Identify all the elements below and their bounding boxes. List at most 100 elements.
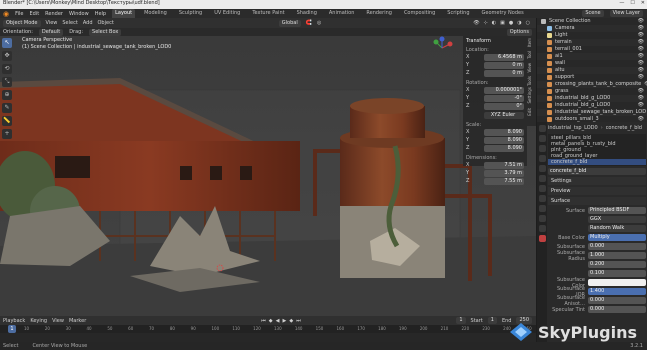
modifier-tab-icon[interactable] xyxy=(538,195,546,202)
shading-solid-icon[interactable]: ● xyxy=(509,20,513,26)
jump-end-icon[interactable]: ⏭ xyxy=(296,318,301,324)
property-value-field[interactable] xyxy=(588,279,646,286)
outliner-item[interactable]: industrial_bld_g_LOD0 👁 xyxy=(537,102,647,109)
tab-compositing[interactable]: Compositing xyxy=(401,9,438,18)
tab-geometry-nodes[interactable]: Geometry Nodes xyxy=(479,9,527,18)
sidebar-tab-tool[interactable]: Tool xyxy=(527,49,532,61)
visibility-toggle-icon[interactable]: 👁 xyxy=(638,32,644,39)
rotation-x-field[interactable]: 0.000001° xyxy=(484,87,524,94)
minimize-icon[interactable]: — xyxy=(619,0,624,9)
proportional-icon[interactable]: ◎ xyxy=(317,20,321,26)
visibility-toggle-icon[interactable]: 👁 xyxy=(638,102,644,109)
visibility-toggle-icon[interactable]: 👁 xyxy=(638,88,644,95)
visibility-toggle-icon[interactable]: 👁 xyxy=(638,95,644,102)
transform-section[interactable]: Transform xyxy=(466,38,524,44)
select-tool-icon[interactable]: ↖ xyxy=(2,38,12,48)
start-frame-field[interactable]: 1 xyxy=(487,317,497,324)
timeline-ruler[interactable]: 10 20 30 40 50 60 70 80 90 100 110 120 130 140 150 160 1… xyxy=(0,325,536,333)
tab-scripting[interactable]: Scripting xyxy=(444,9,472,18)
menu-help[interactable]: Help xyxy=(95,11,106,17)
shading-material-icon[interactable]: ◑ xyxy=(517,20,521,26)
surface-shader-field[interactable]: Principled BSDF xyxy=(588,207,646,214)
specular-tint-field[interactable]: 0.000 xyxy=(588,306,646,313)
scale-y-field[interactable]: 8.090 xyxy=(484,137,524,144)
outliner-item[interactable]: industrial_bld_g_LOD0 👁 xyxy=(537,95,647,102)
menu-playback[interactable]: Playback xyxy=(3,318,25,324)
menu-marker[interactable]: Marker xyxy=(69,318,86,324)
playhead[interactable]: 1 xyxy=(8,325,16,333)
scale-tool-icon[interactable]: ⤡ xyxy=(2,77,12,87)
snap-icon[interactable]: 🧲 xyxy=(306,20,312,26)
material-name-field[interactable]: concrete_f_bld xyxy=(548,168,646,175)
menu-select[interactable]: Select xyxy=(62,20,77,26)
annotate-tool-icon[interactable]: ✎ xyxy=(2,103,12,113)
outliner-item[interactable]: grass 👁 xyxy=(537,88,647,95)
outliner-item[interactable]: wall 👁 xyxy=(537,60,647,67)
view-layer-tab-icon[interactable] xyxy=(538,155,546,162)
visibility-icon[interactable]: 👁 xyxy=(473,20,479,26)
scene-tab-icon[interactable] xyxy=(538,165,546,172)
menu-window[interactable]: Window xyxy=(69,11,89,17)
constraints-tab-icon[interactable] xyxy=(538,215,546,222)
property-value-field[interactable]: 1.400 xyxy=(588,288,646,295)
rotation-z-field[interactable]: 0° xyxy=(484,103,524,110)
property-value-field[interactable]: 0.000 xyxy=(588,297,646,304)
visibility-toggle-icon[interactable]: 👁 xyxy=(638,39,644,46)
location-x-field[interactable]: 6.4568 m xyxy=(484,54,524,61)
material-slot[interactable]: concrete_f_bld xyxy=(548,159,646,165)
dimension-y-field[interactable]: 3.79 m xyxy=(484,170,524,177)
outliner-item[interactable]: Camera 👁 xyxy=(537,25,647,32)
prev-key-icon[interactable]: ◆ xyxy=(269,318,273,324)
sidebar-tab-view[interactable]: View xyxy=(527,61,532,75)
outliner-item[interactable]: Scene Collection 👁 xyxy=(537,18,647,25)
transform-tool-icon[interactable]: ⊕ xyxy=(2,90,12,100)
outliner-item[interactable]: industrial_sewage_tank_broken_LOD👁 xyxy=(537,109,647,116)
transform-orientation-dropdown[interactable]: Global xyxy=(278,19,301,27)
drag-dropdown[interactable]: Select Box xyxy=(89,28,122,36)
visibility-toggle-icon[interactable]: 👁 xyxy=(638,25,644,32)
visibility-toggle-icon[interactable]: 👁 xyxy=(638,67,644,74)
scale-z-field[interactable]: 8.090 xyxy=(484,145,524,152)
move-tool-icon[interactable]: ✥ xyxy=(2,51,12,61)
tool-tab-icon[interactable] xyxy=(538,125,546,132)
overlays-icon[interactable]: ◐ xyxy=(492,20,496,26)
outliner-item[interactable]: ai1 👁 xyxy=(537,53,647,60)
blender-logo-icon[interactable]: ◉ xyxy=(3,10,9,18)
scale-x-field[interactable]: 8.090 xyxy=(484,129,524,136)
sidebar-tab-item[interactable]: Item xyxy=(527,36,532,49)
section-preview[interactable]: Preview xyxy=(548,187,646,195)
menu-add[interactable]: Add xyxy=(83,20,93,26)
tab-animation[interactable]: Animation xyxy=(326,9,358,18)
tab-rendering[interactable]: Rendering xyxy=(363,9,395,18)
menu-view[interactable]: View xyxy=(46,20,58,26)
xray-icon[interactable]: ▣ xyxy=(500,20,505,26)
close-icon[interactable]: ✕ xyxy=(641,0,645,9)
property-value-field[interactable]: Multiply xyxy=(588,234,646,241)
data-tab-icon[interactable] xyxy=(538,225,546,232)
visibility-toggle-icon[interactable]: 👁 xyxy=(638,53,644,60)
sidebar-tab-edit[interactable]: Edit xyxy=(527,106,532,118)
play-icon[interactable]: ▶ xyxy=(283,318,287,324)
object-tab-icon[interactable] xyxy=(538,185,546,192)
render-tab-icon[interactable] xyxy=(538,135,546,142)
outliner-item[interactable]: support 👁 xyxy=(537,74,647,81)
location-z-field[interactable]: 0 m xyxy=(484,70,524,77)
shading-rendered-icon[interactable]: ○ xyxy=(526,20,530,26)
outliner-item[interactable]: crossing_plants_tank_b_composite👁 xyxy=(537,81,647,88)
visibility-toggle-icon[interactable]: 👁 xyxy=(638,60,644,67)
tab-layout[interactable]: Layout xyxy=(112,9,136,18)
tab-sculpting[interactable]: Sculpting xyxy=(176,9,205,18)
outliner-item[interactable]: Light 👁 xyxy=(537,32,647,39)
menu-edit[interactable]: Edit xyxy=(29,11,39,17)
outliner-item[interactable]: terrain 👁 xyxy=(537,39,647,46)
3d-viewport[interactable] xyxy=(0,36,536,316)
world-tab-icon[interactable] xyxy=(538,175,546,182)
property-value-field[interactable]: 0.000 xyxy=(588,243,646,250)
subsurface-method-dropdown[interactable]: Random Walk xyxy=(588,225,646,232)
scene-selector[interactable]: Scene xyxy=(582,10,604,17)
gizmo-icon[interactable]: ⊹ xyxy=(484,20,488,26)
location-y-field[interactable]: 0 m xyxy=(484,62,524,69)
tab-texture-paint[interactable]: Texture Paint xyxy=(249,9,287,18)
sidebar-tab-settings-tools[interactable]: Settings Tools xyxy=(527,74,532,106)
menu-object[interactable]: Object xyxy=(98,20,114,26)
